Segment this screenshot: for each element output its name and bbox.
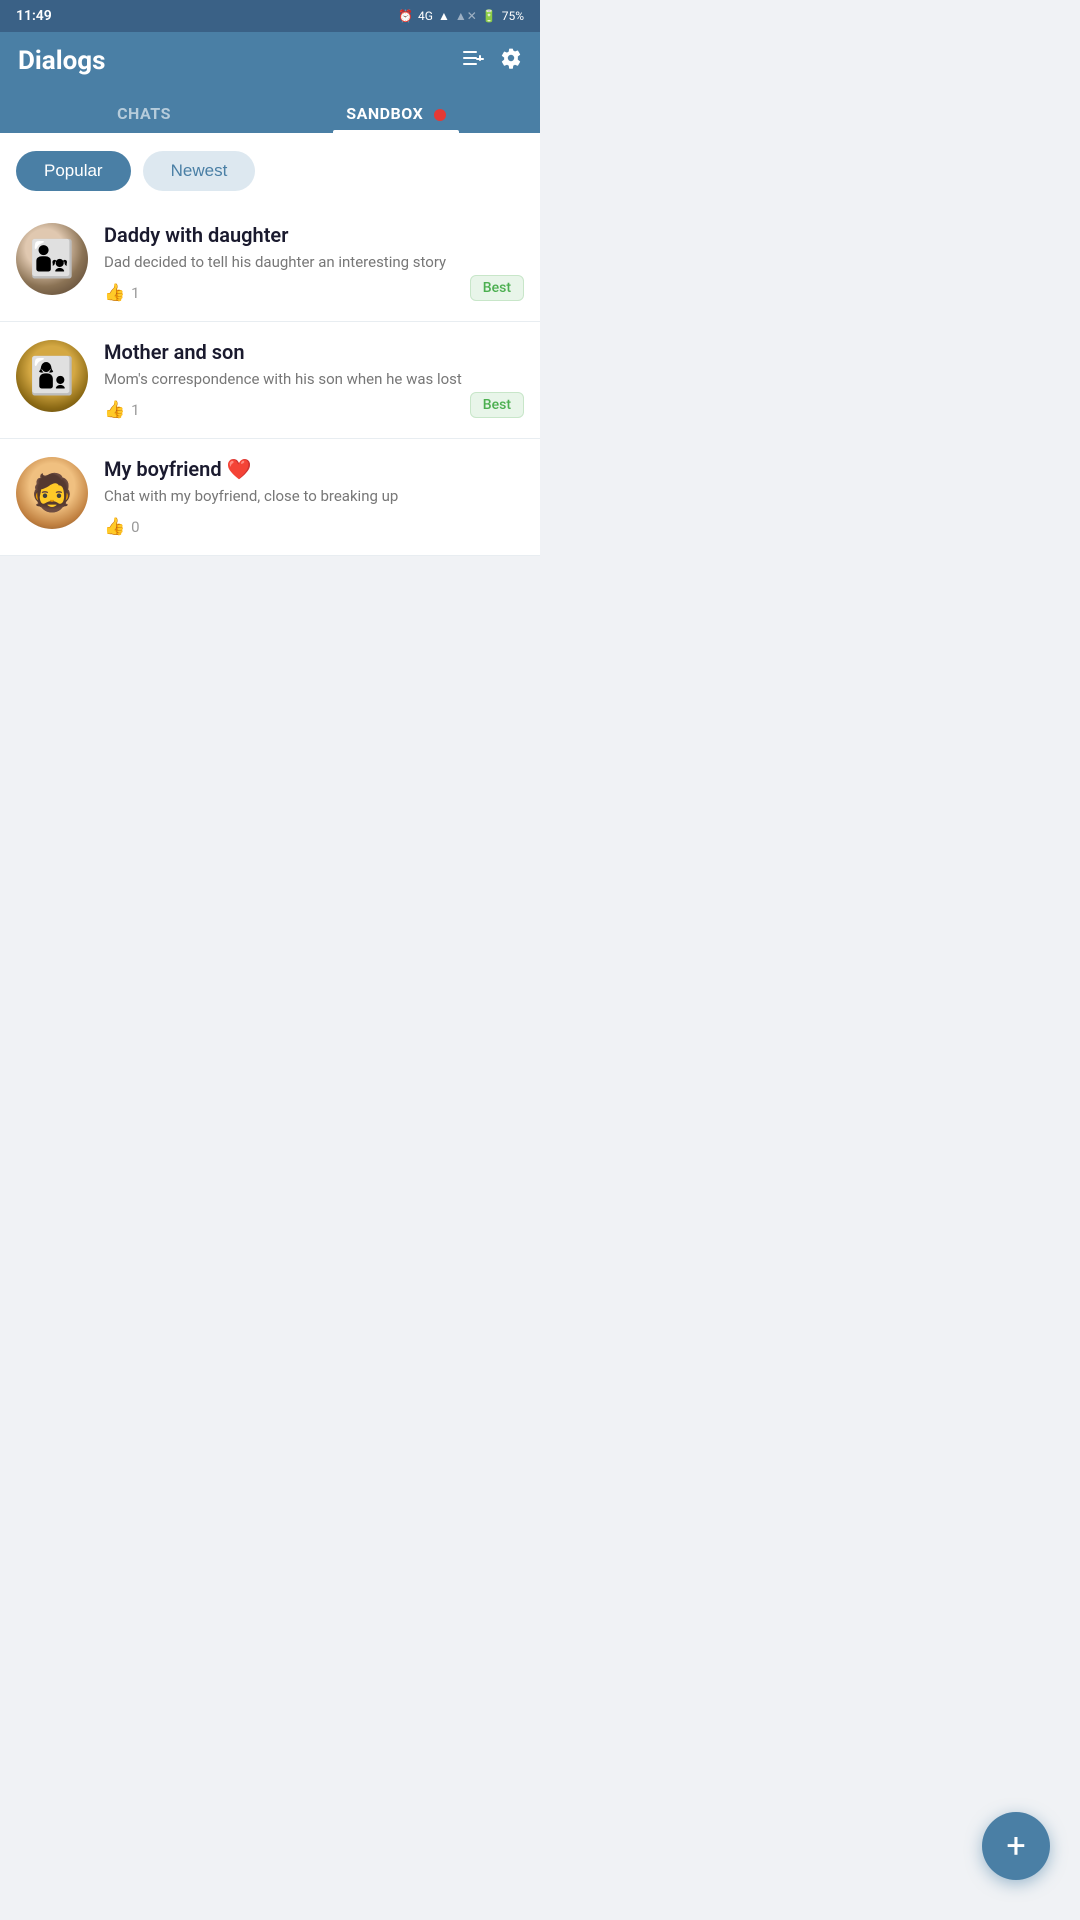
tab-chats[interactable]: CHATS xyxy=(18,94,270,133)
fab-add-button[interactable]: + xyxy=(982,1812,1050,1880)
chat-title-mother: Mother and son xyxy=(104,340,524,364)
avatar-mother xyxy=(16,340,88,412)
status-bar: 11:49 ⏰ 4G ▲ ▲✕ 🔋 75% xyxy=(0,0,540,32)
header-actions xyxy=(460,46,522,76)
like-icon-daddy: 👍 xyxy=(104,283,125,303)
chat-list: Daddy with daughter Dad decided to tell … xyxy=(0,205,540,556)
add-list-icon xyxy=(460,46,484,70)
chat-content-boyfriend: My boyfriend ❤️ Chat with my boyfriend, … xyxy=(104,457,524,537)
avatar-boyfriend xyxy=(16,457,88,529)
status-icons: ⏰ 4G ▲ ▲✕ 🔋 75% xyxy=(398,9,524,23)
settings-button[interactable] xyxy=(500,47,522,75)
network-label: 4G xyxy=(418,9,433,23)
best-badge-daddy: Best xyxy=(470,275,524,301)
heart-emoji: ❤️ xyxy=(227,457,252,481)
chat-footer-daddy: 👍 1 xyxy=(104,283,524,303)
battery-icon: 🔋 xyxy=(482,9,497,23)
chat-desc-boyfriend: Chat with my boyfriend, close to breakin… xyxy=(104,486,524,507)
like-icon-mother: 👍 xyxy=(104,400,125,420)
tab-sandbox[interactable]: SANDBOX xyxy=(270,94,522,133)
chat-item-mother[interactable]: Mother and son Mom's correspondence with… xyxy=(0,322,540,439)
filter-popular-button[interactable]: Popular xyxy=(16,151,131,191)
alarm-icon: ⏰ xyxy=(398,9,413,23)
chat-content-daddy: Daddy with daughter Dad decided to tell … xyxy=(104,223,524,303)
sandbox-badge xyxy=(434,109,446,121)
chat-desc-mother: Mom's correspondence with his son when h… xyxy=(104,369,524,390)
avatar-daddy xyxy=(16,223,88,295)
filter-bar: Popular Newest xyxy=(0,133,540,205)
chat-desc-daddy: Dad decided to tell his daughter an inte… xyxy=(104,252,524,273)
filter-newest-button[interactable]: Newest xyxy=(143,151,256,191)
like-icon-boyfriend: 👍 xyxy=(104,517,125,537)
signal-icon: ▲ xyxy=(438,9,450,23)
like-row-daddy: 👍 1 xyxy=(104,283,140,303)
signal-x-icon: ▲✕ xyxy=(455,9,477,23)
chat-item-boyfriend[interactable]: My boyfriend ❤️ Chat with my boyfriend, … xyxy=(0,439,540,556)
like-row-mother: 👍 1 xyxy=(104,400,140,420)
header: Dialogs CHATS SANDBOX xyxy=(0,32,540,133)
chat-content-mother: Mother and son Mom's correspondence with… xyxy=(104,340,524,420)
status-time: 11:49 xyxy=(16,8,52,24)
like-count-mother: 1 xyxy=(131,401,139,419)
page-title: Dialogs xyxy=(18,46,105,76)
chat-title-daddy: Daddy with daughter xyxy=(104,223,524,247)
add-list-button[interactable] xyxy=(460,46,484,76)
like-count-boyfriend: 0 xyxy=(131,518,139,536)
like-row-boyfriend: 👍 0 xyxy=(104,517,140,537)
gear-icon xyxy=(500,47,522,69)
tabs: CHATS SANDBOX xyxy=(18,94,522,133)
chat-footer-mother: 👍 1 xyxy=(104,400,524,420)
like-count-daddy: 1 xyxy=(131,284,139,302)
chat-footer-boyfriend: 👍 0 xyxy=(104,517,524,537)
chat-item-daddy[interactable]: Daddy with daughter Dad decided to tell … xyxy=(0,205,540,322)
chat-title-boyfriend: My boyfriend ❤️ xyxy=(104,457,524,481)
header-top: Dialogs xyxy=(18,46,522,76)
best-badge-mother: Best xyxy=(470,392,524,418)
battery-label: 75% xyxy=(502,9,524,23)
